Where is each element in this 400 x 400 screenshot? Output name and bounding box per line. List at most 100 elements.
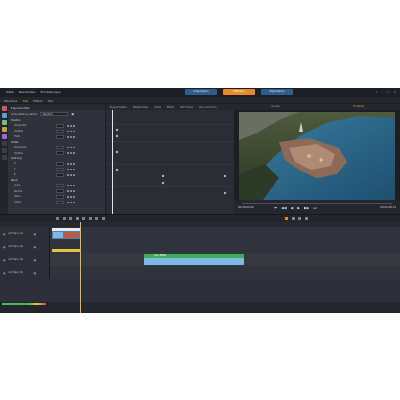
keyframe-playhead[interactable] — [112, 110, 113, 214]
keyframe-dots[interactable] — [67, 162, 75, 165]
kf-tab[interactable]: Master-Video — [133, 106, 148, 109]
red-tool-icon[interactable] — [1, 106, 7, 111]
track-header[interactable]: ◉ A/V Spur (4) ▣ — [0, 266, 50, 279]
kf-tab[interactable]: Farbe — [154, 106, 161, 109]
tab-text[interactable]: Text — [48, 99, 53, 103]
keyframe-marker[interactable] — [161, 181, 165, 185]
keyframe-dots[interactable] — [67, 195, 75, 198]
track-lane[interactable]: Spur-Effekt — [50, 253, 400, 266]
tab-library[interactable]: Bibliothek — [4, 99, 17, 103]
track-header[interactable]: ◉ A/V Spur (2) ▣ — [0, 240, 50, 253]
keyframe-dots[interactable] — [67, 201, 75, 204]
mode-import-tab[interactable]: Importieren — [185, 89, 217, 95]
track-header[interactable]: ◉ A/V Spur (1) ▣ — [0, 227, 50, 240]
keyframe-dots[interactable] — [67, 125, 75, 127]
value-field[interactable] — [56, 200, 64, 205]
skip-start-icon[interactable]: ⏮ — [274, 206, 277, 210]
keyframe-marker[interactable] — [115, 128, 119, 132]
value-field[interactable] — [56, 173, 64, 177]
rewind-icon[interactable]: ◀◀ — [281, 206, 286, 210]
preview-image[interactable] — [239, 112, 395, 200]
keyframe-marker[interactable] — [223, 174, 227, 178]
blue-tool-icon[interactable] — [1, 113, 7, 118]
value-field[interactable] — [56, 194, 64, 199]
text-icon[interactable] — [95, 217, 98, 220]
timeline-empty-area[interactable] — [0, 279, 400, 302]
lock-icon[interactable]: ▣ — [33, 258, 36, 262]
crop-tool-icon[interactable] — [1, 148, 7, 153]
timeline-playhead[interactable] — [80, 222, 81, 313]
zoom-in-icon[interactable] — [291, 217, 295, 220]
kf-tab[interactable]: Eigenschaften — [110, 106, 127, 109]
cut-icon[interactable] — [56, 217, 59, 220]
keyframe-marker[interactable] — [161, 174, 165, 178]
zoom-out-icon[interactable] — [298, 217, 301, 220]
tab-source[interactable]: Quelle — [234, 104, 317, 110]
save-preset-icon[interactable]: ▣ — [71, 112, 74, 116]
preview-scrubber[interactable] — [242, 203, 392, 204]
step-back-icon[interactable]: ◀ — [291, 206, 294, 210]
value-field[interactable] — [56, 129, 64, 134]
fit-icon[interactable] — [304, 217, 308, 220]
yellow-tool-icon[interactable] — [1, 127, 7, 132]
play-icon[interactable]: ▶ — [297, 206, 300, 210]
bottom-ruler[interactable] — [0, 302, 400, 313]
menu-item-edit[interactable]: Bearbeiten — [19, 90, 35, 94]
link-icon[interactable] — [101, 217, 105, 220]
video-clip[interactable] — [52, 228, 80, 239]
close-icon[interactable]: ✕ — [393, 90, 396, 94]
tab-effects[interactable]: Effekte — [33, 99, 42, 103]
lock-icon[interactable]: ▣ — [33, 232, 36, 236]
track-lane[interactable] — [50, 227, 400, 240]
keyframe-marker[interactable] — [115, 168, 119, 172]
kf-tab[interactable]: Effekt — [167, 106, 174, 109]
mode-edit-tab[interactable]: Editieren — [223, 89, 255, 95]
skip-end-icon[interactable]: ⏭ — [313, 206, 316, 210]
value-field[interactable] — [56, 161, 64, 166]
tab-titles[interactable]: Titel — [22, 99, 28, 103]
keyframe-dots[interactable] — [67, 146, 75, 149]
keyframe-marker[interactable] — [223, 191, 227, 195]
value-field[interactable] — [56, 183, 64, 188]
keyframe-marker[interactable] — [115, 134, 119, 138]
audio-icon[interactable] — [88, 217, 92, 220]
lock-icon[interactable]: ▣ — [33, 271, 36, 275]
record-icon[interactable] — [285, 217, 288, 220]
marker-icon[interactable] — [69, 217, 72, 220]
fast-forward-icon[interactable]: ▶▶ — [304, 206, 309, 210]
value-field[interactable] — [56, 151, 64, 155]
eye-icon[interactable]: ◉ — [3, 271, 5, 275]
value-field[interactable] — [56, 167, 64, 172]
mode-export-tab[interactable]: Exportieren — [261, 89, 293, 95]
value-field[interactable] — [56, 135, 64, 139]
settings-tool-icon[interactable] — [1, 155, 7, 160]
help-icon[interactable]: ? — [376, 90, 378, 94]
ripple-icon[interactable] — [82, 217, 85, 220]
maximize-icon[interactable]: □ — [387, 90, 390, 94]
keyframe-dots[interactable] — [67, 174, 75, 176]
audio-clip[interactable] — [52, 249, 80, 252]
preset-dropdown[interactable]: Standard — [40, 112, 69, 116]
eye-icon[interactable]: ◉ — [3, 245, 5, 249]
track-header[interactable]: ◉ A/V Spur (3) ▣ — [0, 253, 50, 266]
purple-tool-icon[interactable] — [1, 134, 7, 139]
minimize-icon[interactable]: – — [381, 90, 383, 94]
eye-icon[interactable]: ◉ — [3, 258, 5, 262]
keyframe-dots[interactable] — [67, 184, 75, 187]
keyframe-dots[interactable] — [67, 168, 75, 171]
lock-icon[interactable]: ▣ — [33, 245, 36, 249]
value-field[interactable] — [56, 145, 64, 150]
green-tool-icon[interactable] — [1, 120, 7, 125]
keyframe-dots[interactable] — [67, 136, 75, 138]
menu-item-settings[interactable]: Einstellungen — [41, 90, 61, 94]
keyframe-editor[interactable]: Eigenschaften Master-Video Farbe Effekt … — [106, 104, 234, 214]
text-tool-icon[interactable] — [1, 141, 7, 146]
value-field[interactable] — [56, 189, 64, 193]
kf-tab[interactable]: 360°-Video — [180, 106, 193, 109]
keyframe-dots[interactable] — [67, 190, 75, 192]
track-lane[interactable] — [50, 266, 400, 279]
video-effect-clip[interactable] — [144, 258, 244, 265]
effect-clip[interactable]: Spur-Effekt — [144, 253, 244, 258]
snap-icon[interactable] — [75, 217, 79, 220]
keyframe-dots[interactable] — [67, 152, 75, 154]
